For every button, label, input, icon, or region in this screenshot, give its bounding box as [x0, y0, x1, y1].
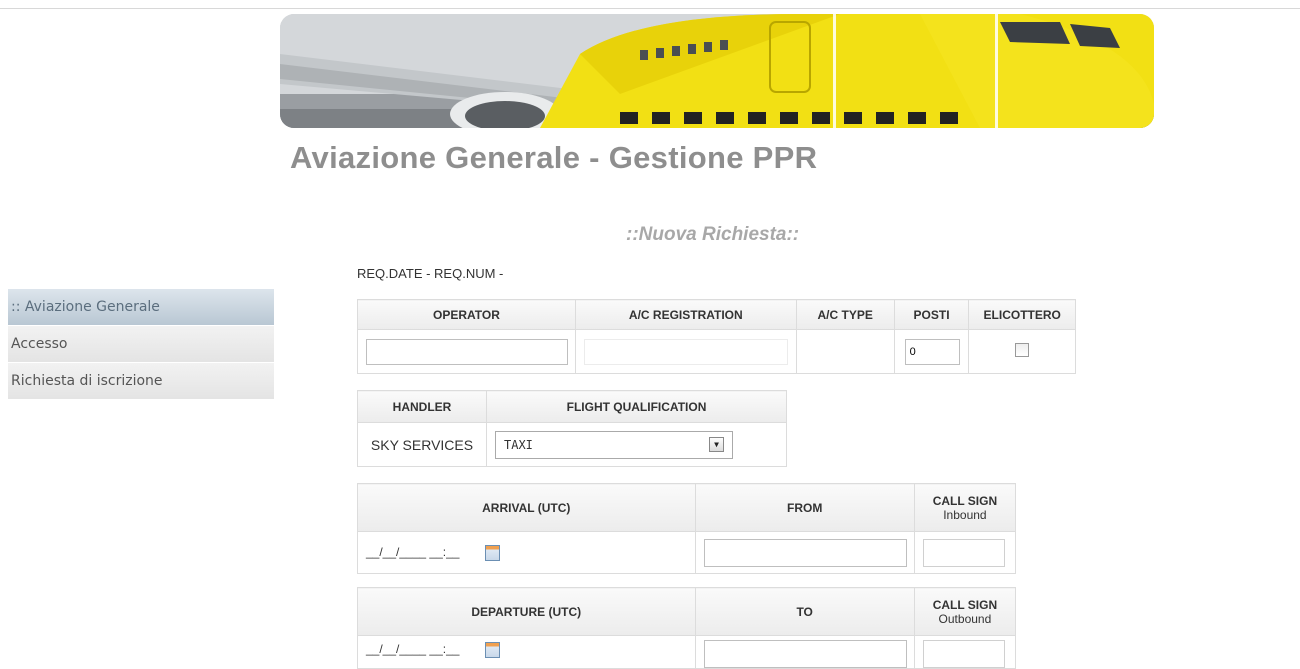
section-title: ::Nuova Richiesta::	[626, 224, 800, 245]
from-header: FROM	[694, 483, 915, 532]
callsign-inbound-input[interactable]	[922, 538, 1005, 567]
aircraft-table: OPERATOR A/C REGISTRATION A/C TYPE POSTI…	[357, 299, 1076, 374]
arrival-table: ARRIVAL (UTC) FROM CALL SIGN Inbound __/…	[357, 483, 1017, 574]
handler-table: HANDLER FLIGHT QUALIFICATION SKY SERVICE…	[357, 390, 787, 467]
from-input[interactable]	[703, 538, 907, 567]
flight-qualification-header: FLIGHT QUALIFICATION	[486, 390, 787, 423]
request-date-number: REQ.DATE - REQ.NUM -	[357, 266, 504, 281]
departure-datetime-input[interactable]: __/__/____ __:__	[366, 642, 459, 656]
callsign-outbound-sublabel: Outbound	[938, 611, 992, 626]
departure-header: DEPARTURE (UTC)	[357, 587, 696, 636]
top-divider	[0, 8, 1300, 9]
posti-header: POSTI	[893, 299, 970, 330]
actype-header: A/C TYPE	[795, 299, 895, 330]
flight-qualification-selected: TAXI	[504, 437, 533, 452]
arrival-datetime-input[interactable]: __/__/____ __:__	[366, 545, 459, 559]
to-input[interactable]	[703, 640, 907, 668]
handler-value: SKY SERVICES	[357, 422, 487, 467]
to-header: TO	[694, 587, 915, 636]
page-title: Aviazione Generale - Gestione PPR	[290, 140, 818, 175]
header-banner-aircraft-image	[280, 14, 1154, 128]
callsign-outbound-input[interactable]	[922, 640, 1005, 668]
flight-qualification-select[interactable]: TAXI ▼	[495, 430, 733, 459]
callsign-outbound-header: CALL SIGN Outbound	[913, 587, 1017, 636]
elicottero-header: ELICOTTERO	[968, 299, 1076, 330]
actype-cell	[795, 329, 895, 374]
callsign-inbound-sublabel: Inbound	[943, 507, 987, 522]
sidebar-item-aviazione-generale[interactable]: :: Aviazione Generale	[8, 289, 274, 326]
calendar-icon[interactable]	[484, 642, 500, 658]
registration-input[interactable]	[583, 338, 788, 365]
calendar-icon[interactable]	[484, 544, 500, 561]
sidebar-item-richiesta-iscrizione[interactable]: Richiesta di iscrizione	[8, 363, 274, 400]
callsign-inbound-label: CALL SIGN	[932, 493, 998, 508]
sidebar-item-accesso[interactable]: Accesso	[8, 326, 274, 363]
callsign-outbound-label: CALL SIGN	[932, 597, 998, 612]
callsign-inbound-header: CALL SIGN Inbound	[913, 483, 1017, 532]
posti-input[interactable]	[904, 338, 960, 365]
sidebar: :: Aviazione Generale Accesso Richiesta …	[8, 289, 274, 400]
handler-header: HANDLER	[357, 390, 487, 423]
arrival-header: ARRIVAL (UTC)	[357, 483, 696, 532]
chevron-down-icon[interactable]: ▼	[709, 436, 724, 452]
elicottero-checkbox[interactable]	[1015, 343, 1030, 357]
operator-header: OPERATOR	[357, 299, 576, 330]
operator-input[interactable]	[366, 338, 568, 365]
registration-header: A/C REGISTRATION	[574, 299, 797, 330]
